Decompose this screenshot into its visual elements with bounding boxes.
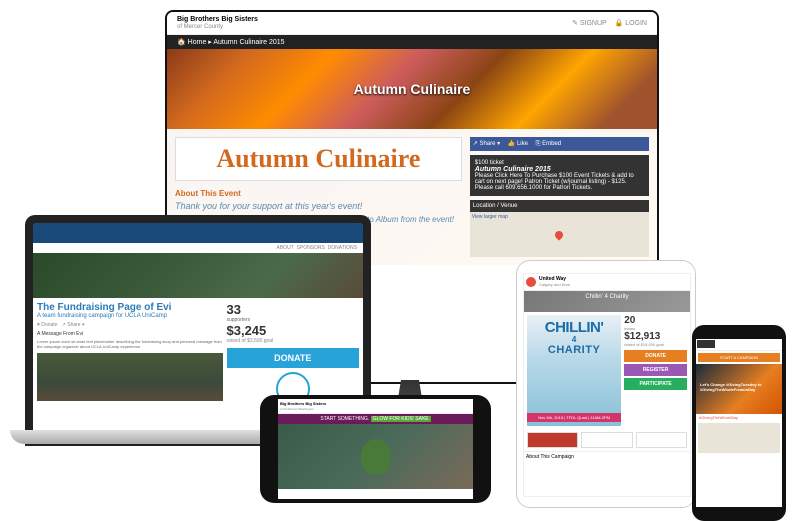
org-logo-block: Big Brothers Big Sisters of Mercer Count…: [177, 16, 258, 30]
signup-link[interactable]: ✎ SIGNUP: [572, 20, 607, 27]
phone-h-header: Big Brothers Big Sisters of Southwest Wa…: [278, 399, 473, 414]
org-subtitle: of Mercer County: [177, 24, 223, 30]
location-label: Location / Venue: [470, 200, 649, 212]
laptop-header: [33, 223, 363, 243]
login-link[interactable]: 🔒 LOGIN: [615, 20, 647, 27]
goal-label: raised of $3,500 goal: [227, 338, 360, 344]
register-button[interactable]: REGISTER: [624, 364, 687, 376]
device-mockup-collage: Big Brothers Big Sisters of Mercer Count…: [0, 0, 800, 513]
phone-v-hero: Let's Change #GivingTuesday to #GivingTh…: [696, 364, 782, 414]
phone-h-hero: [278, 424, 473, 489]
message-body: Lorem ipsum dolor sit amet text placehol…: [37, 339, 223, 349]
nav-crumb[interactable]: ▸ Autumn Culinaire 2015: [208, 39, 284, 46]
phone-h-org: Big Brothers Big Sisters: [280, 401, 326, 406]
tablet-goal: raised of $15,000 goal: [624, 342, 687, 347]
about-label: About This Event: [175, 189, 462, 198]
tablet-raised: $12,913: [624, 331, 687, 342]
desktop-header: Big Brothers Big Sisters of Mercer Count…: [167, 12, 657, 35]
sponsor-logo: [636, 432, 687, 448]
share-button[interactable]: ↗ Share ▾: [473, 141, 500, 147]
org-name: Big Brothers Big Sisters: [177, 16, 258, 23]
page-title: The Fundraising Page of Evi: [37, 302, 223, 313]
start-campaign-button[interactable]: START A CAMPAIGN: [698, 353, 780, 362]
action-row: ♥ Donate ↗ Share ▾: [37, 322, 223, 328]
poster-date: Nov 5th, 2015 | TFDL Quad | 11AM-2PM: [527, 413, 621, 422]
participate-button[interactable]: PARTICIPATE: [624, 378, 687, 390]
tablet-body: CHILLIN' 4 CHARITY Nov 5th, 2015 | TFDL …: [524, 312, 690, 429]
hero-title: Autumn Culinaire: [354, 81, 471, 97]
donate-button[interactable]: DONATE: [227, 348, 360, 368]
message-heading: A Message From Evi: [37, 331, 223, 337]
teams-count: 20: [624, 315, 687, 326]
sponsor-row: [524, 429, 690, 451]
supporters-count: 33: [227, 302, 360, 317]
map-widget[interactable]: View larger map: [470, 212, 649, 257]
thanks-message: Thank you for your support at this year'…: [175, 201, 462, 211]
poster-4: 4: [527, 335, 621, 344]
donate-button[interactable]: DONATE: [624, 350, 687, 362]
tablet-org: United Way Calgary and Area: [539, 276, 570, 288]
about-campaign-label: About This Campaign: [524, 451, 690, 462]
banner-glow-text[interactable]: GLOW FOR KIDS' SAKE: [371, 416, 431, 422]
sponsor-logo: [581, 432, 632, 448]
event-poster: CHILLIN' 4 CHARITY Nov 5th, 2015 | TFDL …: [527, 315, 621, 426]
donate-link[interactable]: ♥ Donate: [37, 322, 57, 328]
ticket-box[interactable]: $100 ticket Autumn Culinaire 2015 Please…: [470, 155, 649, 196]
poster-line1: CHILLIN': [527, 321, 621, 335]
tablet-screen: United Way Calgary and Area Chillin' 4 C…: [523, 273, 691, 497]
photo-strip: [37, 353, 223, 401]
raised-amount: $3,245: [227, 323, 360, 338]
laptop-right-col: 33 supporters $3,245 raised of $3,500 go…: [227, 302, 360, 406]
nav-home[interactable]: 🏠 Home: [177, 39, 206, 46]
sponsor-logo: [527, 432, 578, 448]
laptop-hero: [33, 253, 363, 298]
tablet-hero: Chillin' 4 Charity: [524, 291, 690, 312]
united-way-logo-icon: [526, 277, 536, 287]
phone-v-headline: Let's Change #GivingTuesday to #GivingTh…: [696, 364, 782, 392]
tablet-header: United Way Calgary and Area: [524, 274, 690, 291]
page-subtitle: A team fundraising campaign for UCLA Uni…: [37, 313, 223, 319]
phone-v-screen: START A CAMPAIGN Let's Change #GivingTue…: [696, 339, 782, 507]
hero-banner: Autumn Culinaire: [167, 49, 657, 129]
map-link[interactable]: View larger map: [470, 212, 649, 222]
like-button[interactable]: 👍 Like: [508, 141, 528, 147]
phone-v-header: [696, 340, 782, 351]
map-pin-icon: [554, 229, 565, 240]
share-bar: ↗ Share ▾ 👍 Like ⎘ Embed: [470, 137, 649, 151]
embed-button[interactable]: ⎘ Embed: [536, 141, 561, 147]
tablet-org-sub: Calgary and Area: [539, 282, 570, 287]
phone-h-screen: Big Brothers Big Sisters of Southwest Wa…: [278, 399, 473, 499]
phone-h-banner: START SOMETHING. GLOW FOR KIDS' SAKE: [278, 414, 473, 424]
phone-v-logo-icon: [697, 340, 715, 348]
phone-landscape: Big Brothers Big Sisters of Southwest Wa…: [260, 395, 491, 503]
tablet-side: 20 teams $12,913 raised of $15,000 goal …: [624, 315, 687, 426]
phone-portrait: START A CAMPAIGN Let's Change #GivingTue…: [692, 325, 786, 521]
ticket-desc: Please Click Here To Purchase $100 Event…: [475, 173, 644, 191]
hashtag[interactable]: #GivingTheWholeDay: [696, 414, 782, 421]
laptop-nav: ABOUT SPONSORS DONATIONS: [33, 243, 363, 253]
event-title: Autumn Culinaire: [175, 137, 462, 181]
phone-v-map[interactable]: [698, 423, 780, 453]
ticket-title: Autumn Culinaire 2015: [475, 166, 644, 173]
mask-face-icon: [361, 439, 391, 474]
tablet-main: CHILLIN' 4 CHARITY Nov 5th, 2015 | TFDL …: [527, 315, 621, 426]
phone-h-org-sub: of Southwest Washington: [280, 407, 314, 411]
laptop-body: The Fundraising Page of Evi A team fundr…: [33, 298, 363, 410]
tablet: United Way Calgary and Area Chillin' 4 C…: [516, 260, 696, 508]
header-auth: ✎ SIGNUP 🔒 LOGIN: [566, 19, 647, 27]
poster-line2: CHARITY: [527, 344, 621, 356]
banner-start-text: START SOMETHING.: [320, 416, 369, 422]
breadcrumb-bar: 🏠 Home ▸ Autumn Culinaire 2015: [167, 35, 657, 49]
laptop-left-col: The Fundraising Page of Evi A team fundr…: [37, 302, 223, 406]
side-column: ↗ Share ▾ 👍 Like ⎘ Embed $100 ticket Aut…: [470, 137, 649, 257]
share-link[interactable]: ↗ Share ▾: [62, 322, 85, 328]
